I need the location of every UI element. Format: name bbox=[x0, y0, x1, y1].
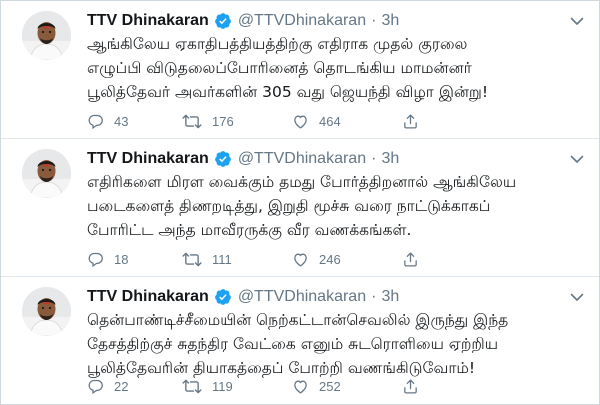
tweet-text: எதிரிகளை மிரள வைக்கும் தமது போர்த்திறனால… bbox=[87, 170, 587, 242]
tweet-text: தென்பாண்டிச்சீமையின் நெற்கட்டான்செவலில் … bbox=[87, 308, 587, 380]
verified-badge-icon bbox=[214, 150, 232, 168]
like-count: 464 bbox=[319, 114, 341, 129]
avatar-portrait-icon bbox=[22, 287, 71, 336]
retweet-count: 176 bbox=[212, 114, 234, 129]
tweet-line: தேசத்திற்குச் சுதந்திர வேட்கை எனும் சுடர… bbox=[87, 335, 499, 353]
retweet-count: 119 bbox=[212, 379, 233, 394]
heart-icon bbox=[294, 115, 307, 129]
retweet-button[interactable]: 176 bbox=[182, 113, 292, 130]
share-icon bbox=[404, 379, 417, 394]
like-count: 246 bbox=[319, 252, 341, 267]
tweet-line: எதிரிகளை மிரள வைக்கும் தமது போர்த்திறனால… bbox=[87, 173, 517, 191]
reply-icon bbox=[88, 379, 103, 395]
timestamp[interactable]: 3h bbox=[381, 150, 399, 168]
like-button[interactable]: 252 bbox=[292, 378, 402, 395]
reply-icon bbox=[88, 114, 103, 130]
retweet-button[interactable]: 111 bbox=[182, 251, 292, 268]
avatar[interactable] bbox=[22, 149, 71, 198]
reply-icon bbox=[88, 252, 103, 268]
share-button[interactable] bbox=[402, 378, 432, 395]
like-count: 252 bbox=[319, 379, 341, 394]
tweet-line: ஆங்கிலேய ஏகாதிபத்தியத்திற்கு எதிராக முதல… bbox=[87, 35, 468, 53]
tweet-line: போரிட்ட அந்த மாவீரருக்கு வீர வணக்கங்கள். bbox=[87, 221, 412, 239]
reply-button[interactable]: 22 bbox=[87, 378, 182, 395]
retweet-icon bbox=[182, 252, 202, 267]
share-icon bbox=[404, 114, 417, 129]
share-button[interactable] bbox=[402, 113, 432, 130]
avatar-portrait-icon bbox=[22, 11, 71, 60]
reply-count: 18 bbox=[114, 252, 129, 267]
separator-dot: · bbox=[371, 12, 377, 29]
retweet-count: 111 bbox=[212, 252, 232, 267]
user-handle[interactable]: @TTVDhinakaran bbox=[238, 12, 366, 30]
reply-count: 43 bbox=[114, 114, 129, 129]
retweet-icon bbox=[182, 114, 202, 129]
tweet-line: எழுப்பி விடுதலைப்போரினைத் தொடங்கிய மாமன்… bbox=[87, 59, 472, 77]
share-icon bbox=[404, 252, 417, 267]
timestamp[interactable]: 3h bbox=[381, 12, 399, 30]
tweet-header: TTV Dhinakaran @TTVDhinakaran · 3h bbox=[87, 286, 399, 308]
reply-count: 22 bbox=[114, 379, 129, 394]
tweet-line: பூலித்தேவர் அவர்களின் 305 வது ஜெயந்தி வி… bbox=[87, 83, 489, 101]
display-name[interactable]: TTV Dhinakaran bbox=[87, 288, 209, 306]
share-button[interactable] bbox=[402, 251, 432, 268]
tweet-actions: 22 119 252 bbox=[87, 378, 432, 395]
retweet-icon bbox=[182, 379, 202, 394]
tweet-line: படைகளைத் திணறடித்து, இறுதி மூச்சு வரை நா… bbox=[87, 197, 491, 215]
heart-icon bbox=[294, 380, 307, 394]
timestamp[interactable]: 3h bbox=[381, 288, 399, 306]
display-name[interactable]: TTV Dhinakaran bbox=[87, 12, 209, 30]
tweet-header: TTV Dhinakaran @TTVDhinakaran · 3h bbox=[87, 148, 399, 170]
tweet-actions: 18 111 246 bbox=[87, 251, 432, 268]
tweet[interactable]: TTV Dhinakaran @TTVDhinakaran · 3h எதிரி… bbox=[1, 139, 599, 277]
tweet-header: TTV Dhinakaran @TTVDhinakaran · 3h bbox=[87, 10, 399, 32]
tweet[interactable]: TTV Dhinakaran @TTVDhinakaran · 3h ஆங்கி… bbox=[1, 1, 599, 139]
avatar[interactable] bbox=[22, 11, 71, 60]
separator-dot: · bbox=[371, 150, 377, 167]
heart-icon bbox=[294, 253, 307, 267]
avatar-portrait-icon bbox=[22, 149, 71, 198]
like-button[interactable]: 246 bbox=[292, 251, 402, 268]
avatar[interactable] bbox=[22, 287, 71, 336]
reply-button[interactable]: 18 bbox=[87, 251, 182, 268]
chevron-down-icon[interactable] bbox=[567, 290, 587, 304]
tweet-actions: 43 176 464 bbox=[87, 113, 432, 130]
separator-dot: · bbox=[371, 288, 377, 305]
verified-badge-icon bbox=[214, 12, 232, 30]
like-button[interactable]: 464 bbox=[292, 113, 402, 130]
tweet[interactable]: TTV Dhinakaran @TTVDhinakaran · 3h தென்ப… bbox=[1, 277, 599, 404]
tweet-line: பூலித்தேவரின் தியாகத்தைப் போற்றி வணங்கிட… bbox=[87, 359, 476, 377]
chevron-down-icon[interactable] bbox=[567, 14, 587, 28]
display-name[interactable]: TTV Dhinakaran bbox=[87, 150, 209, 168]
user-handle[interactable]: @TTVDhinakaran bbox=[238, 150, 366, 168]
retweet-button[interactable]: 119 bbox=[182, 378, 292, 395]
tweet-text: ஆங்கிலேய ஏகாதிபத்தியத்திற்கு எதிராக முதல… bbox=[87, 32, 587, 104]
tweet-line: தென்பாண்டிச்சீமையின் நெற்கட்டான்செவலில் … bbox=[87, 311, 509, 329]
user-handle[interactable]: @TTVDhinakaran bbox=[238, 288, 366, 306]
chevron-down-icon[interactable] bbox=[567, 152, 587, 166]
verified-badge-icon bbox=[214, 288, 232, 306]
reply-button[interactable]: 43 bbox=[87, 113, 182, 130]
